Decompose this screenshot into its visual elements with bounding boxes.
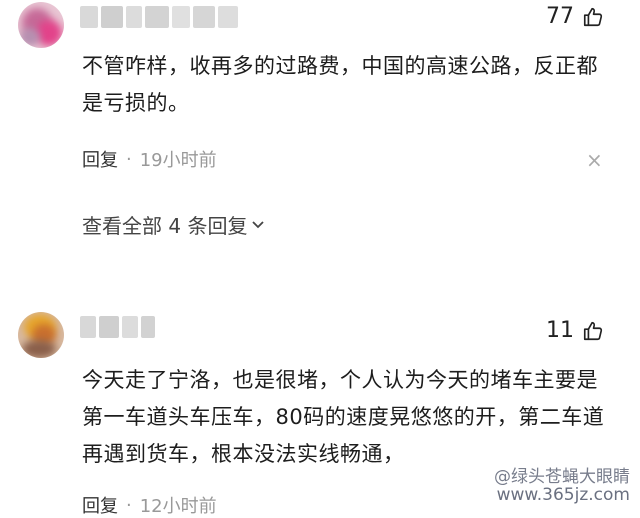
thumbs-up-icon[interactable] bbox=[582, 5, 604, 29]
reply-button[interactable]: 回复 bbox=[82, 146, 118, 172]
timestamp: 12小时前 bbox=[139, 496, 217, 517]
username-blurred[interactable] bbox=[80, 6, 238, 28]
like-control[interactable]: 77 bbox=[546, 4, 604, 29]
comment-meta: 回复 · 12小时前 bbox=[82, 492, 217, 518]
separator-dot: · bbox=[126, 148, 132, 170]
like-count: 77 bbox=[546, 4, 574, 29]
watermark: @绿头苍蝇大眼睛 bbox=[494, 462, 630, 487]
watermark-url: www.365jz.com bbox=[496, 485, 630, 505]
close-icon[interactable]: × bbox=[586, 148, 603, 172]
thumbs-up-icon[interactable] bbox=[582, 319, 604, 343]
timestamp: 19小时前 bbox=[139, 150, 217, 171]
view-all-replies-label: 查看全部 4 条回复 bbox=[82, 214, 248, 238]
watermark-handle: @绿头苍蝇大眼睛 bbox=[494, 467, 630, 487]
reply-button[interactable]: 回复 bbox=[82, 492, 118, 518]
avatar[interactable] bbox=[18, 2, 64, 48]
comment-text: 今天走了宁洛，也是很堵，个人认为今天的堵车主要是第一车道头车压车，80码的速度晃… bbox=[82, 368, 605, 466]
avatar[interactable] bbox=[18, 312, 64, 358]
like-control[interactable]: 11 bbox=[546, 318, 604, 343]
comment-meta: 回复 · 19小时前 bbox=[82, 146, 217, 172]
username-blurred[interactable] bbox=[80, 316, 155, 338]
chevron-down-icon bbox=[252, 220, 265, 228]
separator-dot: · bbox=[126, 494, 132, 516]
view-all-replies-button[interactable]: 查看全部 4 条回复 bbox=[82, 210, 265, 239]
comment-text: 不管咋样，收再多的过路费，中国的高速公路，反正都是亏损的。 bbox=[82, 54, 598, 115]
like-count: 11 bbox=[546, 318, 574, 343]
